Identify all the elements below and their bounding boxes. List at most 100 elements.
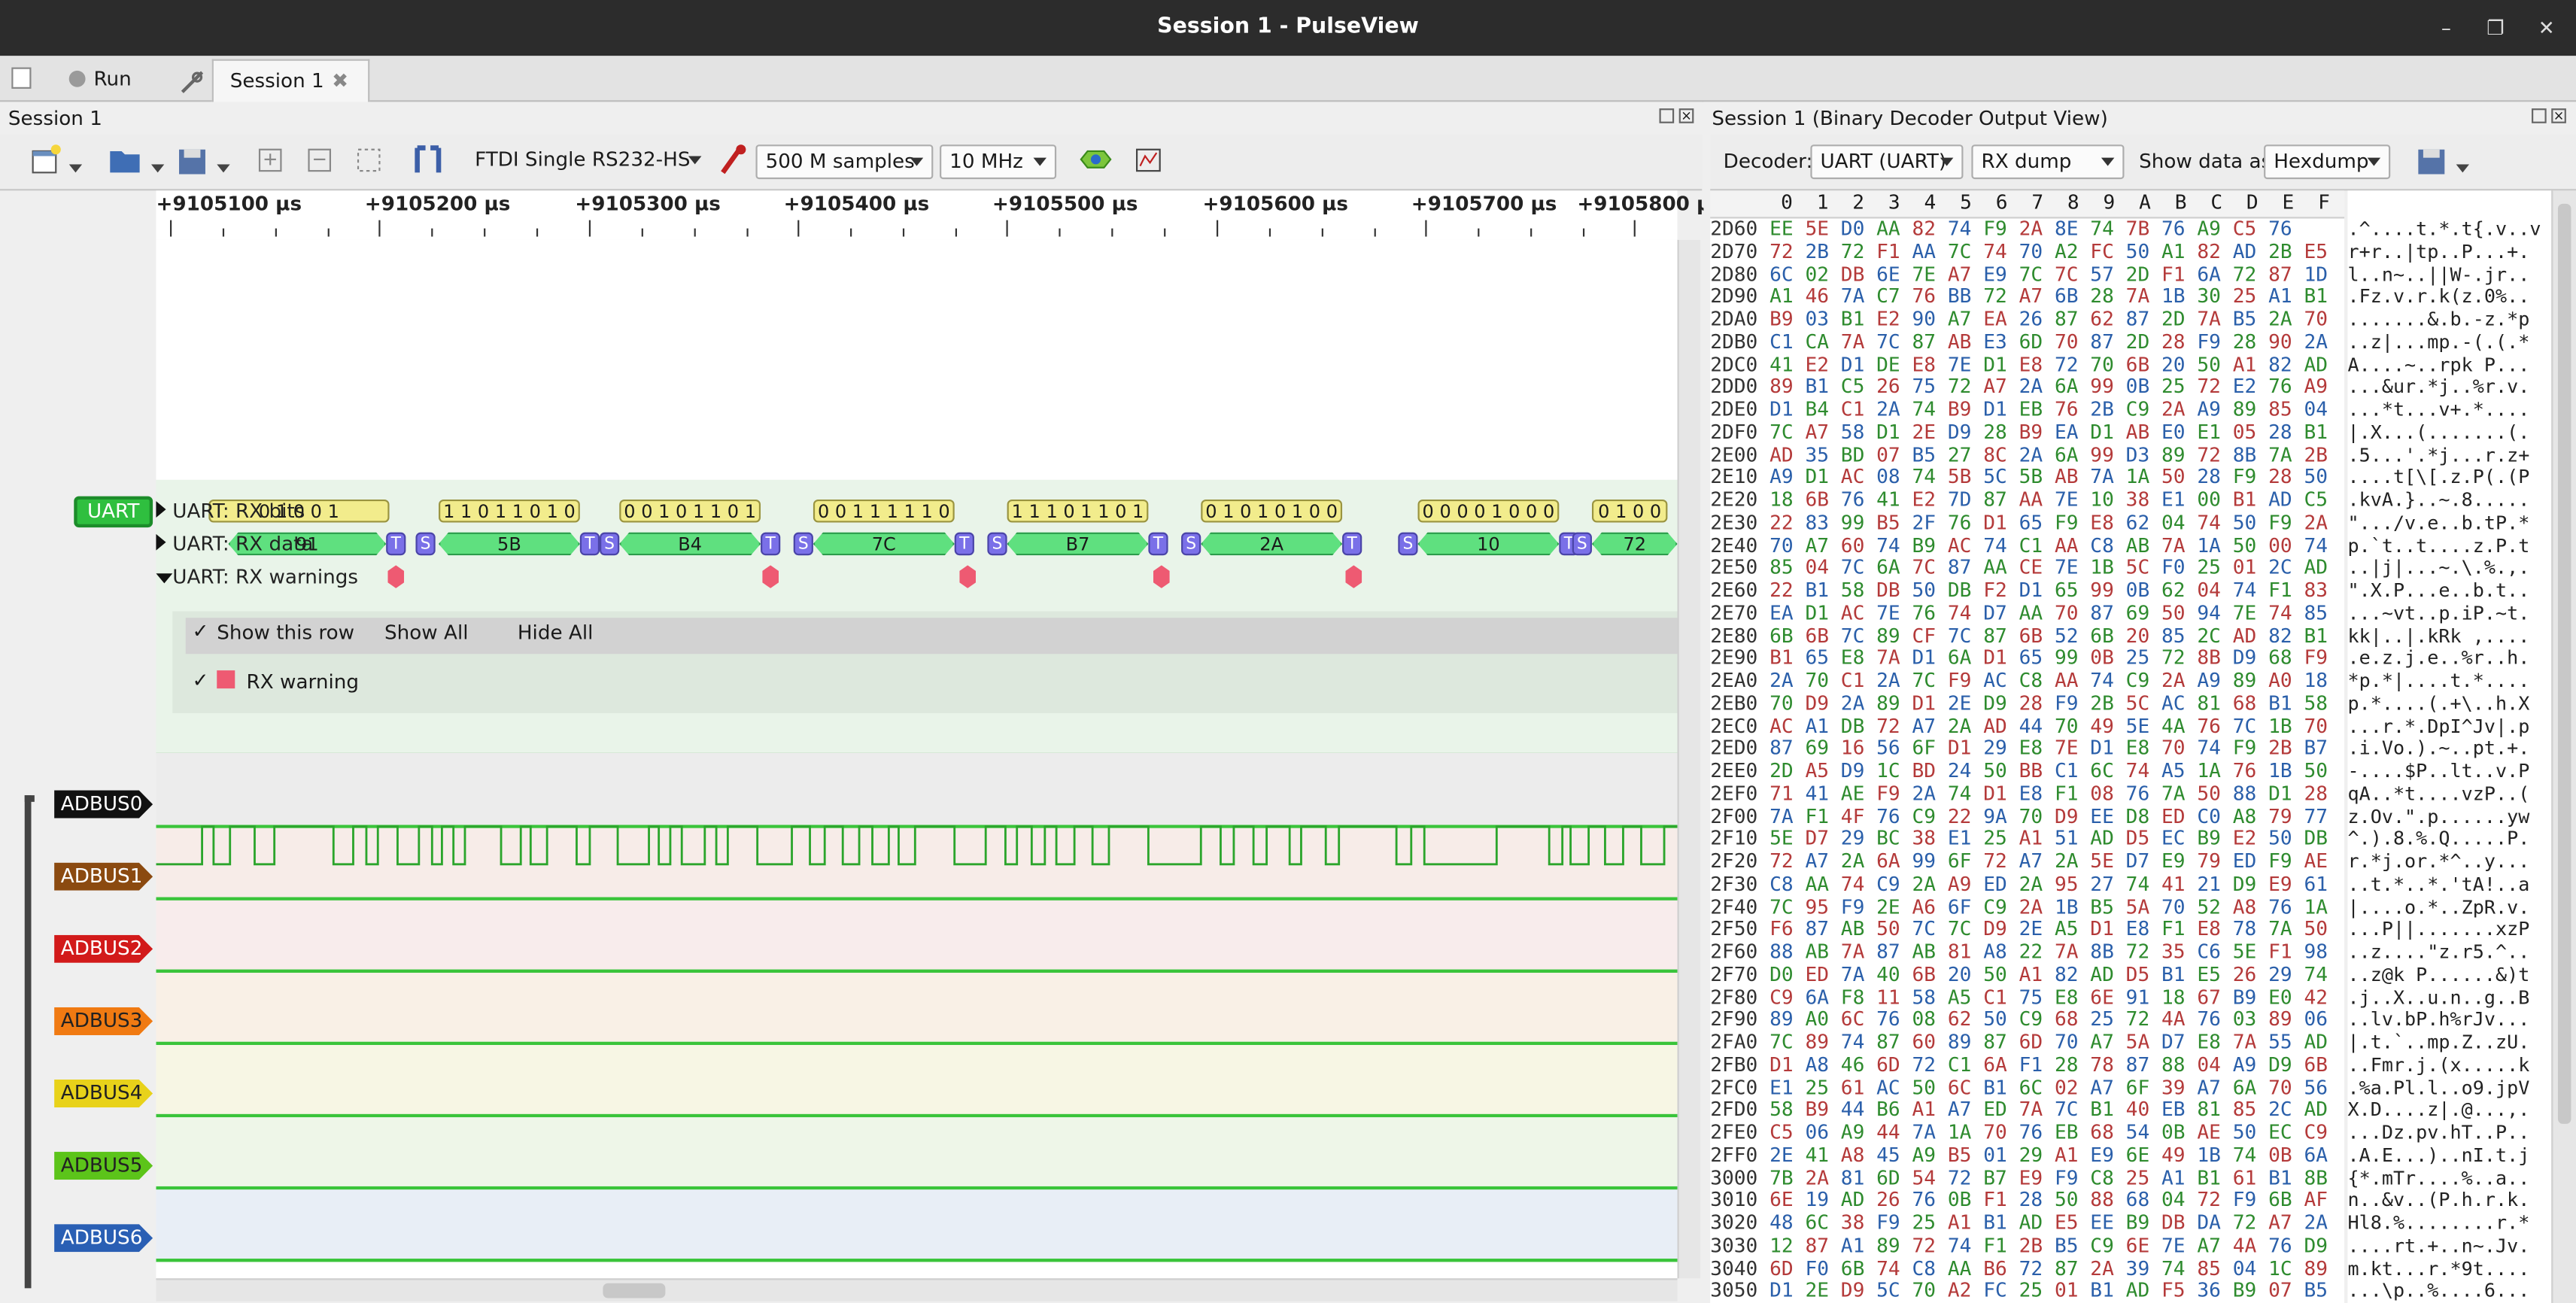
- hex-byte[interactable]: 7C: [1912, 917, 1948, 940]
- hex-byte[interactable]: 71: [1769, 782, 1805, 805]
- hex-byte[interactable]: 87: [2055, 1256, 2090, 1280]
- hex-byte[interactable]: 89: [1876, 1234, 1912, 1257]
- hex-byte[interactable]: 00: [2268, 533, 2304, 557]
- hex-byte[interactable]: 7A: [2019, 1098, 2055, 1122]
- hex-byte[interactable]: 58: [1841, 421, 1876, 444]
- hex-byte[interactable]: E2: [2233, 827, 2268, 850]
- hex-byte[interactable]: 7A: [2268, 443, 2304, 466]
- open-dropdown-icon[interactable]: [150, 156, 168, 192]
- hex-byte[interactable]: 85: [2233, 1098, 2268, 1122]
- hex-byte[interactable]: F9: [2233, 737, 2268, 760]
- hex-byte[interactable]: 74: [1983, 239, 2019, 263]
- close-dock-icon[interactable]: ×: [2551, 108, 2566, 123]
- hex-byte[interactable]: 49: [2161, 1144, 2197, 1167]
- hex-byte[interactable]: 2B: [2304, 443, 2339, 466]
- hex-byte[interactable]: 74: [2197, 737, 2232, 760]
- ascii-row[interactable]: .j..X..u.n..g..B: [2347, 986, 2551, 1010]
- hex-byte[interactable]: 85: [2304, 601, 2339, 624]
- hex-byte[interactable]: 88: [2161, 1052, 2197, 1076]
- hex-byte[interactable]: 46: [1841, 1052, 1876, 1076]
- hex-byte[interactable]: 74: [2304, 533, 2339, 557]
- hex-byte[interactable]: F9: [1876, 782, 1912, 805]
- hex-byte[interactable]: A6: [1912, 894, 1948, 918]
- hex-byte[interactable]: 2A: [2161, 669, 2197, 692]
- rx-data-annotation[interactable]: 5B: [439, 533, 580, 556]
- hex-byte[interactable]: 74: [1912, 466, 1948, 489]
- hex-byte[interactable]: 76: [2197, 714, 2232, 737]
- hex-byte[interactable]: D1: [1948, 737, 1983, 760]
- hex-byte[interactable]: 6E: [1769, 1189, 1805, 1212]
- close-icon[interactable]: ✕: [2532, 13, 2561, 42]
- hex-byte[interactable]: 56: [2304, 1076, 2339, 1099]
- hex-byte[interactable]: 70: [2055, 330, 2090, 353]
- add-decoder-icon[interactable]: [1077, 143, 1113, 179]
- hex-byte[interactable]: C9: [2019, 1007, 2055, 1031]
- hex-byte[interactable]: 76: [2055, 398, 2090, 421]
- hex-byte[interactable]: 2A: [1912, 782, 1948, 805]
- hex-byte[interactable]: 6A: [1805, 985, 1840, 1008]
- hex-byte[interactable]: D1: [2090, 917, 2125, 940]
- hex-byte[interactable]: 9A: [1983, 804, 2019, 828]
- hex-byte[interactable]: B9: [1912, 533, 1948, 557]
- hex-byte[interactable]: E5: [2304, 239, 2339, 263]
- hex-byte[interactable]: 21: [2197, 872, 2232, 895]
- hex-byte[interactable]: 60: [1841, 533, 1876, 557]
- hex-byte[interactable]: 2A: [1876, 398, 1912, 421]
- show-all-button[interactable]: Show All: [384, 621, 469, 645]
- sample-count-select[interactable]: 500 M samples: [755, 144, 934, 180]
- hex-byte[interactable]: 87: [2126, 1052, 2161, 1076]
- hex-byte[interactable]: 62: [2161, 579, 2197, 602]
- hex-scroll-thumb[interactable]: [2557, 203, 2571, 1124]
- hex-byte[interactable]: 2C: [2197, 624, 2232, 647]
- hex-byte[interactable]: 01: [1983, 1144, 2019, 1167]
- hex-byte[interactable]: 1B: [2268, 714, 2304, 737]
- hex-row[interactable]: 3050 D1 2E D9 5C 70 A2 FC 25 01 B1 AD F5…: [1710, 1279, 2344, 1303]
- hex-byte[interactable]: 7A: [2126, 284, 2161, 308]
- hex-byte[interactable]: AD: [1841, 1189, 1876, 1212]
- hex-byte[interactable]: 2E: [1948, 691, 1983, 715]
- hex-byte[interactable]: 7E: [2055, 488, 2090, 512]
- hex-byte[interactable]: D0: [1841, 218, 1876, 239]
- hex-byte[interactable]: 50: [2304, 759, 2339, 782]
- hex-byte[interactable]: F1: [1983, 1234, 2019, 1257]
- hex-byte[interactable]: 18: [2304, 669, 2339, 692]
- hex-row[interactable]: 2FD0 58 B9 44 B6 A1 A7 ED 7A 7C B1 40 EB…: [1710, 1098, 2344, 1122]
- hex-byte[interactable]: 26: [2233, 962, 2268, 986]
- hex-byte[interactable]: AC: [1841, 601, 1876, 624]
- hex-byte[interactable]: 76: [2268, 218, 2304, 239]
- hex-byte[interactable]: 25: [2197, 556, 2232, 579]
- hex-byte[interactable]: 7E: [1948, 352, 1983, 375]
- hex-byte[interactable]: A9: [2197, 669, 2232, 692]
- rx-stop-bit[interactable]: T: [1342, 532, 1362, 556]
- hex-byte[interactable]: 82: [2055, 962, 2090, 986]
- hex-byte[interactable]: 70: [1769, 533, 1805, 557]
- hex-byte[interactable]: 7C: [1769, 1030, 1805, 1053]
- hex-byte[interactable]: 25: [2126, 1166, 2161, 1189]
- hex-byte[interactable]: 6D: [2019, 330, 2055, 353]
- hex-byte[interactable]: EC: [2268, 1121, 2304, 1144]
- hex-byte[interactable]: 76: [1876, 1007, 1912, 1031]
- hex-byte[interactable]: A8: [1805, 1052, 1840, 1076]
- hex-byte[interactable]: 29: [1983, 737, 2019, 760]
- hex-byte[interactable]: A7: [1805, 849, 1840, 873]
- ascii-row[interactable]: *p.*|....t.*....: [2347, 669, 2551, 693]
- hex-byte[interactable]: BD: [1912, 759, 1948, 782]
- hex-byte[interactable]: B1: [1805, 375, 1840, 399]
- cursor-icon[interactable]: [411, 143, 447, 179]
- hex-byte[interactable]: 4F: [1841, 804, 1876, 828]
- ascii-row[interactable]: .Fz.v.r.k(z.0%..: [2347, 285, 2551, 309]
- hex-byte[interactable]: D1: [1912, 646, 1948, 670]
- hex-byte[interactable]: 1B: [2161, 284, 2197, 308]
- hex-byte[interactable]: 02: [2055, 1076, 2090, 1099]
- hex-byte[interactable]: AC: [1876, 1076, 1912, 1099]
- ascii-row[interactable]: ..Fmr.j.(x.....k: [2347, 1053, 2551, 1077]
- hex-byte[interactable]: 2B: [2268, 239, 2304, 263]
- hex-byte[interactable]: 72: [1948, 1166, 1983, 1189]
- channel-tag-adbus6[interactable]: ADBUS6: [54, 1224, 153, 1253]
- hex-byte[interactable]: B1: [2090, 1279, 2125, 1302]
- hex-byte[interactable]: CA: [1805, 330, 1840, 353]
- hex-byte[interactable]: 6C: [1841, 1007, 1876, 1031]
- ascii-row[interactable]: {*.mTr....%..a..: [2347, 1166, 2551, 1190]
- hex-byte[interactable]: 70: [2161, 894, 2197, 918]
- hex-byte[interactable]: 0B: [2161, 1121, 2197, 1144]
